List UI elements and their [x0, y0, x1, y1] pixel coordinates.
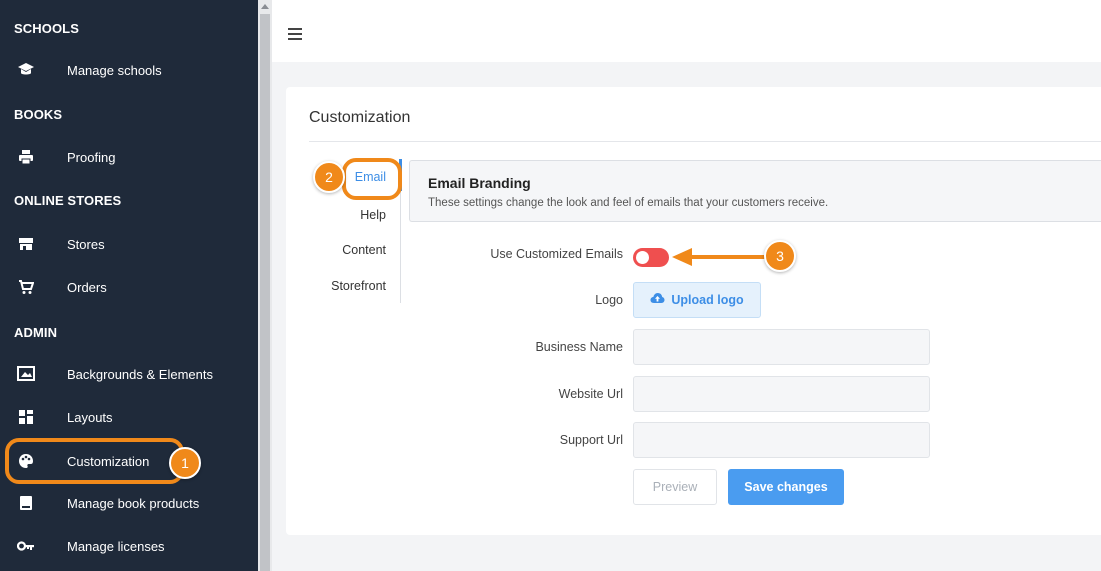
- section-header-admin: ADMIN: [14, 325, 58, 340]
- sidebar-item-backgrounds[interactable]: Backgrounds & Elements: [0, 354, 258, 394]
- store-icon: [17, 235, 35, 253]
- key-icon: [17, 537, 35, 555]
- sidebar-item-proofing[interactable]: Proofing: [0, 137, 258, 177]
- upload-logo-button[interactable]: Upload logo: [633, 282, 761, 318]
- sidebar-item-manage-licenses[interactable]: Manage licenses: [0, 526, 258, 566]
- tab-content[interactable]: Content: [342, 243, 386, 257]
- save-changes-button[interactable]: Save changes: [728, 469, 844, 505]
- sidebar-item-manage-schools[interactable]: Manage schools: [0, 50, 258, 90]
- sidebar-item-label: Stores: [67, 236, 105, 252]
- support-url-input[interactable]: [633, 422, 930, 458]
- toggle-knob: [636, 251, 649, 264]
- business-name-label: Business Name: [535, 340, 623, 354]
- section-header-schools: SCHOOLS: [14, 21, 79, 36]
- sidebar: SCHOOLS Manage schools BOOKS Proofing ON…: [0, 0, 258, 571]
- cloud-upload-icon: [650, 291, 665, 309]
- business-name-input[interactable]: [633, 329, 930, 365]
- layout-icon: [17, 408, 35, 426]
- annotation-arrowhead: [672, 248, 692, 266]
- website-url-input[interactable]: [633, 376, 930, 412]
- images-icon: [17, 365, 35, 383]
- sidebar-item-label: Manage book products: [67, 495, 200, 511]
- sidebar-item-label: Proofing: [67, 149, 116, 165]
- page-title: Customization: [309, 109, 411, 126]
- printer-icon: [17, 148, 35, 166]
- scrollbar-thumb[interactable]: [260, 14, 270, 571]
- sidebar-item-label: Orders: [67, 279, 107, 295]
- sidebar-item-layouts[interactable]: Layouts: [0, 397, 258, 437]
- support-url-label: Support Url: [559, 433, 623, 447]
- highlight-ring-email-tab: [342, 158, 402, 200]
- step-badge-2: 2: [313, 161, 345, 193]
- customization-card: Customization Email Help Content Storefr…: [286, 87, 1101, 535]
- section-header-books: BOOKS: [14, 107, 63, 122]
- sidebar-item-label: Manage licenses: [67, 538, 165, 554]
- step-badge-3: 3: [764, 240, 796, 272]
- cart-icon: [17, 278, 35, 296]
- topbar: [272, 0, 1101, 62]
- email-branding-panel: Email Branding These settings change the…: [409, 160, 1101, 222]
- scroll-up-icon[interactable]: [261, 4, 269, 9]
- upload-logo-label: Upload logo: [671, 293, 744, 307]
- use-customized-emails-toggle[interactable]: [633, 248, 669, 267]
- preview-button[interactable]: Preview: [633, 469, 717, 505]
- card-divider: [309, 141, 1101, 142]
- graduation-cap-icon: [17, 61, 35, 79]
- highlight-ring-customization: [5, 438, 184, 484]
- website-url-label: Website Url: [558, 387, 623, 401]
- logo-label: Logo: [595, 293, 623, 307]
- annotation-arrow: [690, 255, 766, 259]
- tab-help[interactable]: Help: [360, 208, 386, 222]
- step-badge-1: 1: [169, 447, 201, 479]
- branding-description: These settings change the look and feel …: [428, 197, 829, 209]
- branding-heading: Email Branding: [428, 175, 531, 191]
- sidebar-item-manage-book-products[interactable]: Manage book products: [0, 483, 258, 523]
- sidebar-item-label: Manage schools: [67, 62, 162, 78]
- hamburger-menu-icon[interactable]: [288, 28, 302, 43]
- sidebar-item-label: Layouts: [67, 409, 113, 425]
- section-header-online-stores: ONLINE STORES: [14, 193, 122, 208]
- book-icon: [17, 494, 35, 512]
- tab-storefront[interactable]: Storefront: [331, 279, 386, 293]
- sidebar-item-orders[interactable]: Orders: [0, 267, 258, 307]
- sidebar-item-stores[interactable]: Stores: [0, 224, 258, 264]
- use-customized-emails-label: Use Customized Emails: [490, 247, 623, 261]
- sidebar-scrollbar[interactable]: [258, 0, 272, 571]
- sidebar-item-label: Backgrounds & Elements: [67, 366, 213, 382]
